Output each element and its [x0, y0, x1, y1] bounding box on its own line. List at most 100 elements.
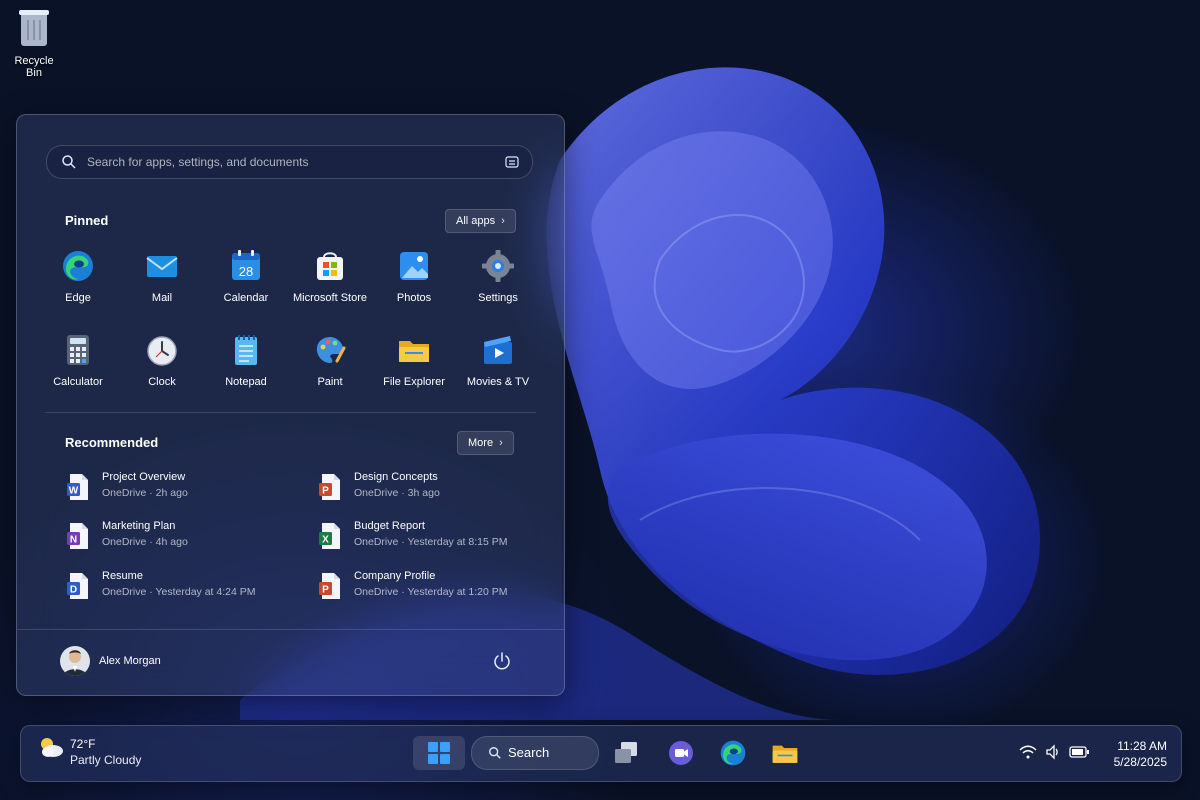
app-label: Calendar [223, 292, 269, 304]
app-label: Photos [396, 292, 432, 304]
all-apps-button[interactable]: All apps › [445, 209, 516, 233]
pinned-app-movies-tv[interactable]: Movies & TV [456, 333, 540, 388]
volume-icon [1046, 744, 1058, 760]
partly-cloudy-icon [41, 738, 63, 757]
file-name: Company Profile [354, 570, 436, 582]
more-button[interactable]: More › [457, 431, 514, 455]
movies-icon [484, 336, 512, 364]
file-type-letter: W [69, 486, 79, 497]
pinned-app-settings[interactable]: Settings [456, 249, 540, 304]
user-name[interactable]: Alex Morgan [99, 655, 161, 667]
onenote-file-icon: N [67, 523, 88, 549]
word-file-icon: D [67, 573, 88, 599]
start-search-input[interactable]: Search for apps, settings, and documents [46, 145, 533, 179]
recycle-bin-icon [19, 10, 49, 46]
clock-button[interactable]: 11:28 AM 5/28/2025 [1114, 738, 1167, 770]
app-label: Movies & TV [466, 376, 530, 388]
file-type-letter: N [70, 535, 77, 546]
pinned-app-photos[interactable]: Photos [372, 249, 456, 304]
all-apps-label: All apps [456, 215, 496, 227]
app-label: Mail [151, 292, 173, 304]
system-tray[interactable] [1019, 738, 1089, 770]
search-placeholder: Search for apps, settings, and documents [87, 155, 309, 169]
video-chat-icon [669, 741, 693, 765]
file-type-letter: D [70, 585, 77, 596]
recommended-item[interactable]: P Design Concepts OneDrive · 3h ago [318, 471, 548, 507]
recommended-item[interactable]: P Company Profile OneDrive · Yesterday a… [318, 570, 548, 606]
battery-icon [1069, 746, 1089, 758]
calendar-icon: 28 [232, 250, 260, 280]
file-meta: OneDrive · 4h ago [102, 536, 188, 548]
pinned-app-calendar[interactable]: 28 Calendar [204, 249, 288, 304]
pinned-app-notepad[interactable]: Notepad [204, 333, 288, 388]
app-label: Paint [317, 376, 343, 388]
pinned-app-paint[interactable]: Paint [288, 333, 372, 388]
avatar [60, 646, 90, 676]
start-footer: Alex Morgan [17, 631, 564, 695]
edge-taskbar-button[interactable] [707, 736, 759, 770]
windows-logo-icon [428, 742, 450, 764]
recommended-item[interactable]: N Marketing Plan OneDrive · 4h ago [66, 520, 296, 556]
search-icon [62, 155, 76, 169]
start-button[interactable] [413, 736, 465, 770]
app-label: Calculator [53, 376, 103, 388]
pinned-app-store[interactable]: Microsoft Store [288, 249, 372, 304]
calculator-icon [67, 335, 89, 365]
taskbar: 72°F Partly Cloudy Search 11:28 AM 5/28/… [20, 725, 1182, 782]
file-name: Budget Report [354, 520, 425, 532]
app-label: Settings [478, 292, 518, 304]
start-menu: Search for apps, settings, and documents… [16, 114, 565, 696]
recommended-item[interactable]: D Resume OneDrive · Yesterday at 4:24 PM [66, 570, 296, 606]
file-name: Marketing Plan [102, 520, 176, 532]
wifi-icon [1019, 745, 1037, 759]
file-type-letter: P [322, 585, 329, 596]
file-type-letter: X [322, 535, 329, 546]
recommended-item[interactable]: W Project Overview OneDrive · 2h ago [66, 471, 296, 507]
clock-time: 11:28 AM [1117, 739, 1167, 753]
task-view-button[interactable] [601, 736, 653, 770]
footer-divider [17, 629, 564, 630]
taskbar-search-button[interactable]: Search [471, 736, 599, 770]
gear-icon [482, 250, 514, 282]
pinned-title: Pinned [65, 213, 109, 228]
recycle-bin-label: Recycle Bin [14, 55, 54, 79]
edge-icon [63, 251, 93, 281]
weather-temperature: 72°F [70, 737, 96, 751]
pinned-app-clock[interactable]: Clock [120, 333, 204, 388]
user-account-button[interactable] [60, 646, 90, 676]
file-meta: OneDrive · 3h ago [354, 487, 440, 499]
pinned-app-calculator[interactable]: Calculator [36, 333, 120, 388]
mail-icon [146, 256, 178, 277]
recycle-bin-shortcut[interactable]: Recycle Bin [6, 6, 62, 79]
file-name: Project Overview [102, 471, 186, 483]
power-icon[interactable] [492, 651, 512, 671]
more-label: More [468, 437, 494, 449]
app-label: Microsoft Store [293, 292, 367, 304]
taskbar-search-label: Search [508, 745, 550, 760]
section-divider [45, 412, 536, 413]
word-file-icon: W [67, 474, 88, 500]
file-type-letter: P [322, 486, 329, 497]
pinned-app-mail[interactable]: Mail [120, 249, 204, 304]
filter-icon[interactable] [504, 154, 520, 170]
pinned-app-file-explorer[interactable]: File Explorer [372, 333, 456, 388]
teams-button[interactable] [655, 736, 707, 770]
calendar-day: 28 [239, 264, 253, 279]
photos-icon [400, 252, 428, 280]
excel-file-icon: X [319, 523, 340, 549]
weather-widget[interactable]: 72°F Partly Cloudy [37, 735, 141, 767]
clock-icon [147, 336, 177, 366]
file-meta: OneDrive · Yesterday at 8:15 PM [354, 536, 508, 548]
app-label: Clock [148, 376, 176, 388]
powerpoint-file-icon: P [319, 474, 340, 500]
file-meta: OneDrive · Yesterday at 4:24 PM [102, 586, 256, 598]
recommended-title: Recommended [65, 435, 159, 450]
file-explorer-taskbar-button[interactable] [759, 736, 811, 770]
chevron-right-icon: › [501, 215, 505, 227]
app-label: Edge [65, 292, 91, 304]
recommended-item[interactable]: X Budget Report OneDrive · Yesterday at … [318, 520, 548, 556]
edge-icon [720, 740, 746, 766]
pinned-app-edge[interactable]: Edge [36, 249, 120, 304]
file-name: Design Concepts [354, 471, 438, 483]
app-label: File Explorer [383, 376, 445, 388]
